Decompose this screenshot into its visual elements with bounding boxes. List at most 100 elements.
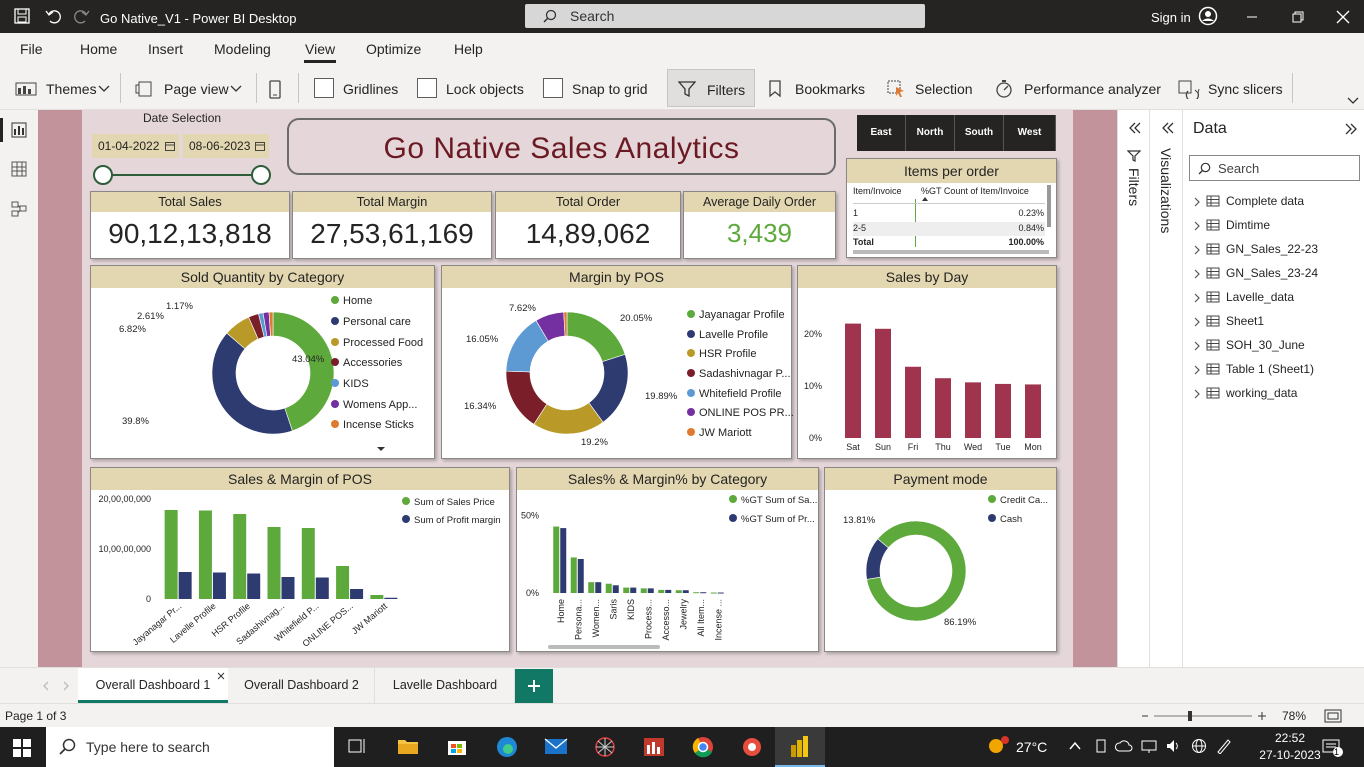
language-icon[interactable] (1190, 738, 1208, 754)
mail-icon[interactable] (544, 735, 568, 757)
chevron-right-icon[interactable] (1193, 221, 1201, 231)
bar-mark[interactable] (875, 328, 891, 438)
table-horizontal-scrollbar[interactable] (853, 250, 1049, 254)
kpi-card-average-daily-order[interactable]: Average Daily Order 3,439 (683, 191, 836, 259)
cloud-sync-icon[interactable] (1115, 738, 1133, 754)
bar-mark[interactable] (350, 589, 364, 599)
bar-mark[interactable] (336, 566, 350, 599)
bar-mark[interactable] (658, 589, 665, 593)
bar-mark[interactable] (178, 572, 192, 599)
windows-start-icon[interactable] (13, 739, 31, 757)
selection-icon[interactable] (886, 79, 906, 99)
menu-help[interactable]: Help (454, 41, 483, 57)
bar-mark[interactable] (267, 527, 281, 599)
bar-mark[interactable] (605, 583, 612, 593)
bar-mark[interactable] (623, 587, 630, 593)
spss-icon[interactable] (642, 735, 666, 759)
tab-scroll-left-icon[interactable] (42, 681, 50, 691)
bar-mark[interactable] (281, 577, 295, 599)
bar-mark[interactable] (995, 383, 1011, 438)
selection-button[interactable]: Selection (915, 81, 973, 97)
tab-overall-dashboard-1[interactable]: Overall Dashboard 1 (78, 668, 228, 703)
minimize-icon[interactable] (1245, 10, 1259, 24)
table-view-icon[interactable] (11, 161, 27, 177)
chevron-right-icon[interactable] (1193, 293, 1201, 303)
donut-slice[interactable] (866, 520, 967, 622)
visualizations-pane-collapsed[interactable]: Visualizations (1149, 110, 1182, 667)
bar-mark[interactable] (675, 590, 682, 593)
legend-scroll-down-icon[interactable] (376, 446, 386, 452)
close-icon[interactable] (1336, 10, 1350, 24)
menu-insert[interactable]: Insert (148, 41, 183, 57)
bar-mark[interactable] (315, 577, 329, 600)
menu-file[interactable]: File (20, 41, 43, 57)
chevron-right-icon[interactable] (1193, 317, 1201, 327)
account-icon[interactable] (1198, 6, 1218, 26)
bar-mark[interactable] (370, 595, 384, 599)
redo-icon[interactable] (74, 8, 90, 24)
volume-icon[interactable] (1165, 738, 1183, 754)
bar-mark[interactable] (717, 592, 724, 594)
weather-icon[interactable] (985, 735, 1009, 759)
bar-mark[interactable] (233, 514, 247, 599)
bar-mark[interactable] (588, 582, 595, 593)
file-explorer-icon[interactable] (397, 735, 419, 757)
save-icon[interactable] (14, 8, 30, 24)
chevron-right-icon[interactable] (1193, 245, 1201, 255)
ribbon-collapse-icon[interactable] (1347, 97, 1359, 105)
chart-horizontal-scrollbar[interactable] (548, 645, 660, 649)
performance-analyzer-button[interactable]: Performance analyzer (1024, 81, 1161, 97)
region-button-south[interactable]: South (955, 115, 1004, 151)
snap-to-grid-checkbox[interactable] (543, 78, 563, 98)
bar-mark[interactable] (682, 590, 689, 593)
bookmark-icon[interactable] (768, 80, 782, 98)
table-scrollbar[interactable] (1047, 185, 1051, 227)
sales-margin-pos-chart[interactable]: 20,00,00,00010,00,00,0000Jayanagar Pr...… (91, 468, 511, 653)
snipping-tool-icon[interactable] (740, 735, 764, 759)
chevron-right-icon[interactable] (1193, 341, 1201, 351)
microsoft-store-icon[interactable] (446, 735, 468, 757)
add-page-button[interactable] (515, 669, 553, 703)
filters-toggle[interactable]: Filters (667, 69, 755, 107)
zoom-slider[interactable] (1140, 708, 1270, 724)
bar-mark[interactable] (553, 526, 560, 593)
mobile-layout-icon[interactable] (268, 80, 282, 100)
table-header-count[interactable]: %GT Count of Item/Invoice (921, 186, 1029, 196)
restore-icon[interactable] (1291, 10, 1305, 24)
region-button-east[interactable]: East (857, 115, 906, 151)
sales-by-day-card[interactable]: Sales by Day 20% 10% 0% Sat Sun Fri Thu Wed Tue M… (797, 265, 1057, 459)
model-view-icon[interactable] (11, 201, 27, 217)
data-search-input[interactable]: Search (1189, 155, 1360, 181)
table-header-item[interactable]: Item/Invoice (853, 186, 902, 196)
bar-mark[interactable] (710, 592, 717, 594)
bookmarks-button[interactable]: Bookmarks (795, 81, 865, 97)
collapse-icon[interactable] (1344, 122, 1358, 136)
bar-mark[interactable] (560, 528, 567, 593)
expand-icon[interactable] (1160, 121, 1174, 135)
bar-mark[interactable] (845, 323, 861, 438)
slider-end-handle[interactable] (251, 165, 271, 185)
taskbar-date[interactable]: 27-10-2023 (1246, 748, 1334, 762)
sync-slicers-button[interactable]: Sync slicers (1208, 81, 1283, 97)
chevron-right-icon[interactable] (1193, 365, 1201, 375)
start-date-input[interactable]: 01-04-2022 (92, 134, 179, 158)
bar-mark[interactable] (965, 382, 981, 438)
menu-home[interactable]: Home (80, 41, 117, 57)
bar-mark[interactable] (647, 588, 654, 593)
end-date-input[interactable]: 08-06-2023 (183, 134, 269, 158)
lock-objects-checkbox[interactable] (417, 78, 437, 98)
sales-by-day-chart[interactable]: 20% 10% 0% Sat Sun Fri Thu Wed Tue Mon (798, 266, 1058, 460)
menu-view[interactable]: View (305, 41, 335, 57)
expand-icon[interactable] (1127, 121, 1141, 135)
task-view-icon[interactable] (347, 735, 369, 757)
region-button-north[interactable]: North (906, 115, 955, 151)
bar-mark[interactable] (164, 510, 178, 599)
bar-mark[interactable] (301, 528, 315, 599)
bar-mark[interactable] (247, 573, 261, 600)
bar-mark[interactable] (630, 587, 637, 593)
bar-mark[interactable] (198, 510, 212, 600)
sign-in-link[interactable]: Sign in (1151, 10, 1191, 25)
network-app-icon[interactable] (593, 735, 617, 759)
tab-scroll-right-icon[interactable] (62, 681, 70, 691)
bar-mark[interactable] (665, 589, 672, 593)
